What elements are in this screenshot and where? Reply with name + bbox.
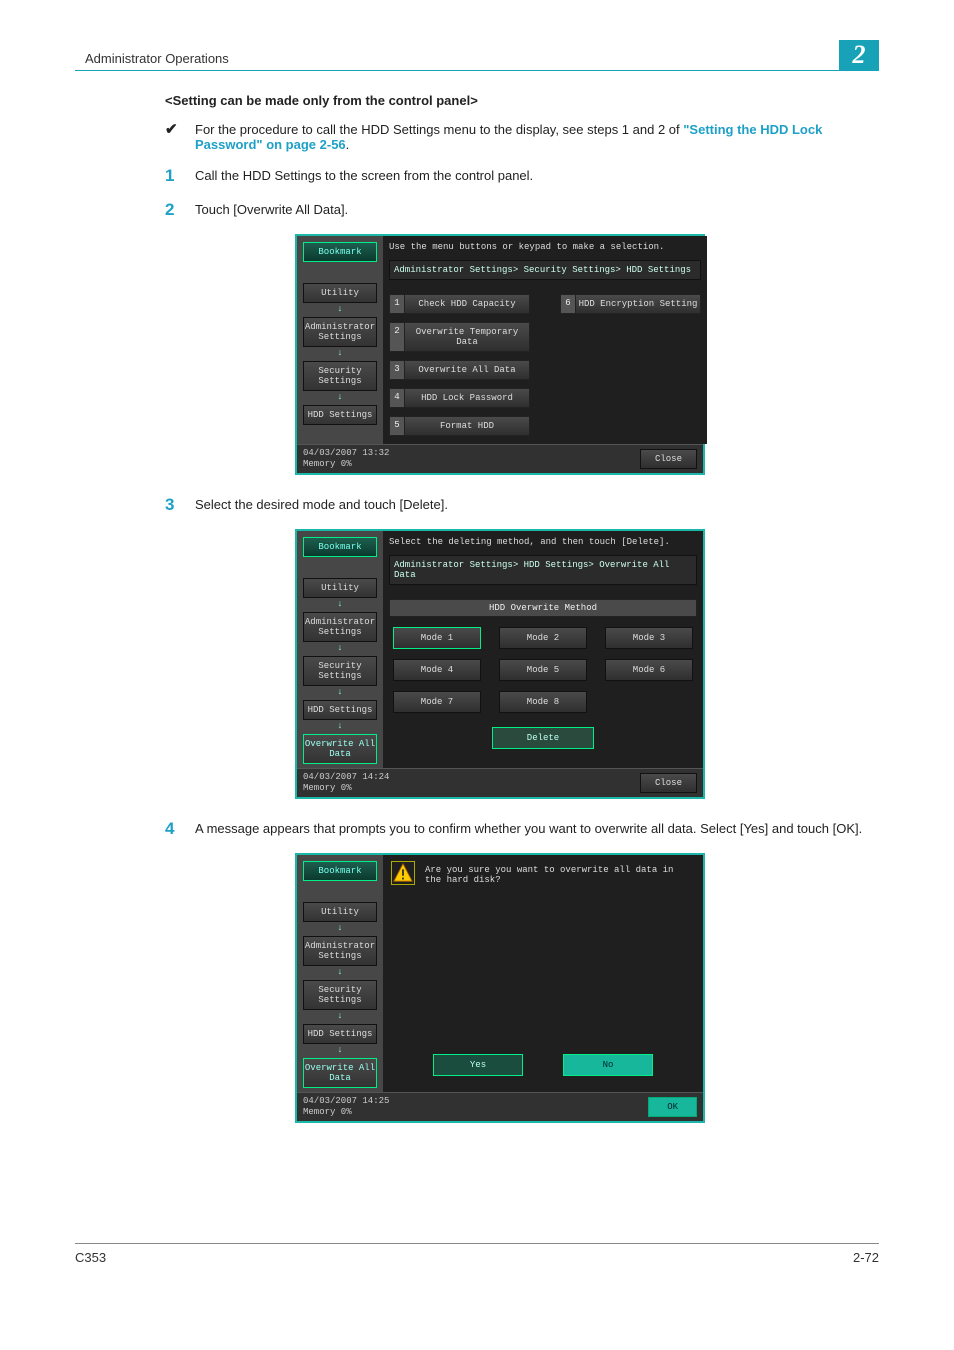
nav-hdd-settings[interactable]: HDD Settings	[303, 405, 377, 425]
opt-hdd-encryption[interactable]: HDD Encryption Setting	[575, 294, 701, 314]
screenshot-hdd-settings: Bookmark Utility ↓ Administrator Setting…	[295, 234, 705, 475]
method-title: HDD Overwrite Method	[389, 599, 697, 617]
nav-security-settings[interactable]: Security Settings	[303, 980, 377, 1010]
close-button[interactable]: Close	[640, 773, 697, 793]
opt-overwrite-temp-data[interactable]: Overwrite Temporary Data	[404, 322, 530, 352]
step-number-2: 2	[165, 200, 195, 220]
panel3-memory: Memory 0%	[303, 1107, 389, 1118]
panel1-breadcrumb: Administrator Settings> Security Setting…	[389, 260, 701, 280]
confirm-message: Are you sure you want to overwrite all d…	[425, 861, 695, 885]
mode-5-button[interactable]: Mode 5	[499, 659, 587, 681]
panel1-memory: Memory 0%	[303, 459, 389, 470]
nav-security-settings[interactable]: Security Settings	[303, 361, 377, 391]
step-2-text: Touch [Overwrite All Data].	[195, 200, 879, 220]
mode-8-button[interactable]: Mode 8	[499, 691, 587, 713]
nav-admin-settings[interactable]: Administrator Settings	[303, 317, 377, 347]
checkmark-icon: ✔	[165, 120, 195, 152]
footer-model: C353	[75, 1250, 106, 1265]
footer-page: 2-72	[853, 1250, 879, 1265]
mode-7-button[interactable]: Mode 7	[393, 691, 481, 713]
nav-security-settings[interactable]: Security Settings	[303, 656, 377, 686]
nav-admin-settings[interactable]: Administrator Settings	[303, 612, 377, 642]
bookmark-button[interactable]: Bookmark	[303, 537, 377, 557]
nav-hdd-settings[interactable]: HDD Settings	[303, 700, 377, 720]
chevron-down-icon: ↓	[337, 969, 342, 975]
delete-button[interactable]: Delete	[492, 727, 594, 749]
opt-hdd-lock-password[interactable]: HDD Lock Password	[404, 388, 530, 408]
chevron-down-icon: ↓	[337, 350, 342, 356]
panel2-datetime: 04/03/2007 14:24	[303, 772, 389, 783]
step-number-1: 1	[165, 166, 195, 186]
nav-hdd-settings[interactable]: HDD Settings	[303, 1024, 377, 1044]
panel2-instruction: Select the deleting method, and then tou…	[389, 537, 697, 547]
panel2-breadcrumb: Administrator Settings> HDD Settings> Ov…	[389, 555, 697, 585]
ok-button[interactable]: OK	[648, 1097, 697, 1117]
chevron-down-icon: ↓	[337, 601, 342, 607]
panel2-memory: Memory 0%	[303, 783, 389, 794]
chevron-down-icon: ↓	[337, 1047, 342, 1053]
nav-utility[interactable]: Utility	[303, 902, 377, 922]
chevron-down-icon: ↓	[337, 394, 342, 400]
warning-icon	[391, 861, 415, 885]
step-number-4: 4	[165, 819, 195, 839]
nav-overwrite-all-data[interactable]: Overwrite All Data	[303, 734, 377, 764]
chevron-down-icon: ↓	[337, 645, 342, 651]
mode-6-button[interactable]: Mode 6	[605, 659, 693, 681]
bookmark-button[interactable]: Bookmark	[303, 242, 377, 262]
chevron-down-icon: ↓	[337, 306, 342, 312]
running-head-title: Administrator Operations	[75, 51, 229, 70]
chevron-down-icon: ↓	[337, 689, 342, 695]
mode-1-button[interactable]: Mode 1	[393, 627, 481, 649]
section-title: <Setting can be made only from the contr…	[165, 93, 879, 108]
screenshot-overwrite-method: Bookmark Utility ↓ Administrator Setting…	[295, 529, 705, 799]
nav-utility[interactable]: Utility	[303, 283, 377, 303]
step-4-text: A message appears that prompts you to co…	[195, 819, 879, 839]
opt-format-hdd[interactable]: Format HDD	[404, 416, 530, 436]
bookmark-button[interactable]: Bookmark	[303, 861, 377, 881]
chapter-number: 2	[839, 40, 879, 70]
step-number-3: 3	[165, 495, 195, 515]
close-button[interactable]: Close	[640, 449, 697, 469]
opt-check-hdd-capacity[interactable]: Check HDD Capacity	[404, 294, 530, 314]
screenshot-confirm-overwrite: Bookmark Utility ↓ Administrator Setting…	[295, 853, 705, 1123]
chevron-down-icon: ↓	[337, 925, 342, 931]
step-3-text: Select the desired mode and touch [Delet…	[195, 495, 879, 515]
mode-2-button[interactable]: Mode 2	[499, 627, 587, 649]
nav-admin-settings[interactable]: Administrator Settings	[303, 936, 377, 966]
mode-4-button[interactable]: Mode 4	[393, 659, 481, 681]
note-text: For the procedure to call the HDD Settin…	[195, 120, 879, 152]
yes-button[interactable]: Yes	[433, 1054, 523, 1076]
chevron-down-icon: ↓	[337, 723, 342, 729]
panel1-instruction: Use the menu buttons or keypad to make a…	[389, 242, 701, 252]
step-1-text: Call the HDD Settings to the screen from…	[195, 166, 879, 186]
panel1-datetime: 04/03/2007 13:32	[303, 448, 389, 459]
chevron-down-icon: ↓	[337, 1013, 342, 1019]
opt-overwrite-all-data[interactable]: Overwrite All Data	[404, 360, 530, 380]
no-button[interactable]: No	[563, 1054, 653, 1076]
nav-overwrite-all-data[interactable]: Overwrite All Data	[303, 1058, 377, 1088]
panel3-datetime: 04/03/2007 14:25	[303, 1096, 389, 1107]
mode-3-button[interactable]: Mode 3	[605, 627, 693, 649]
nav-utility[interactable]: Utility	[303, 578, 377, 598]
